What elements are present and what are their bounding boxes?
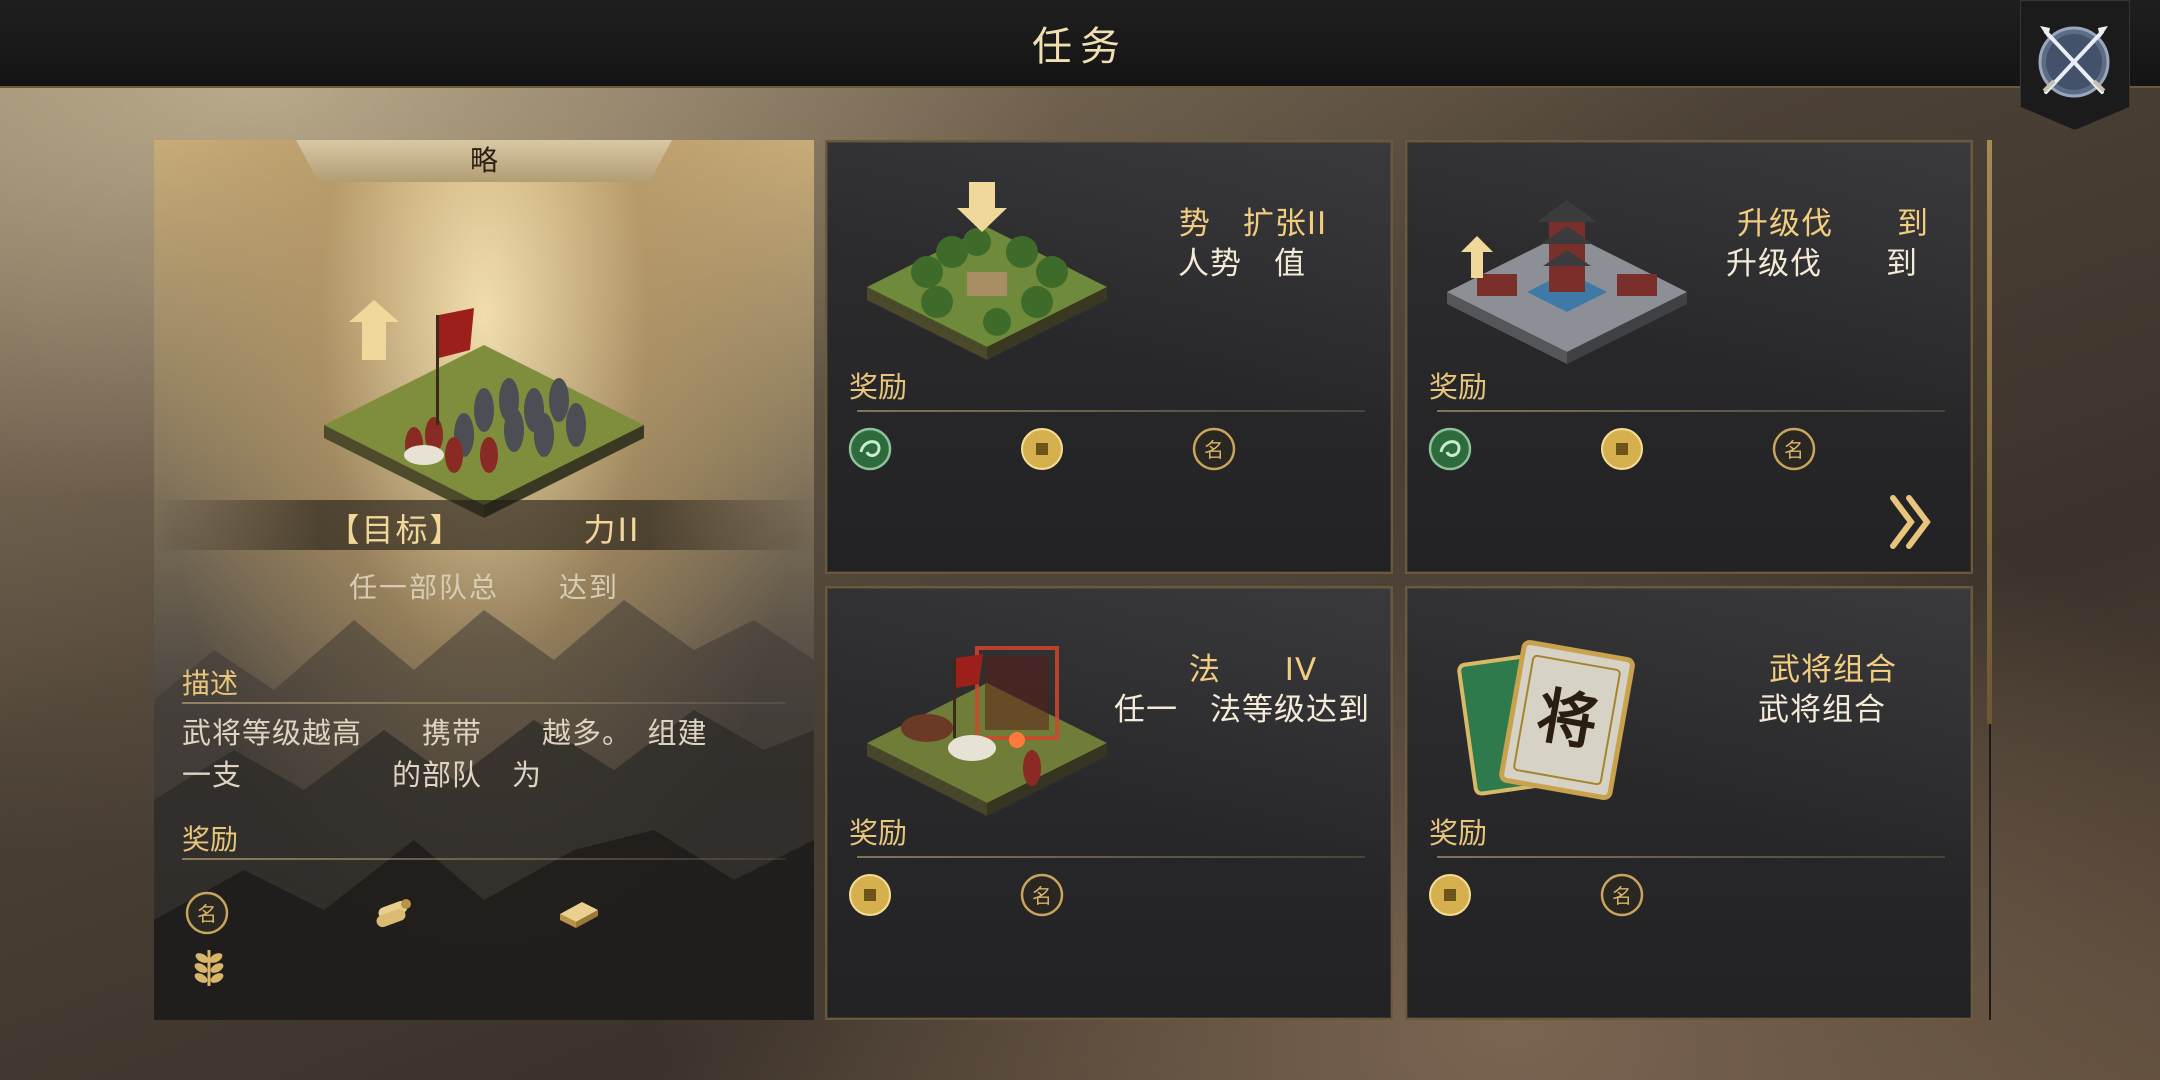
- rewards-divider: [857, 856, 1365, 858]
- svg-text:名: 名: [1032, 884, 1052, 908]
- crossed-swords-close-icon[interactable]: [2030, 18, 2118, 106]
- rewards-heading: 奖励: [182, 823, 239, 856]
- fame-token-icon[interactable]: 名: [1019, 872, 1065, 918]
- objective-title: 【目标】 力II: [327, 511, 641, 549]
- army-troops-illustration: [324, 300, 644, 518]
- description-line-2: 一支 的部队 为: [182, 758, 543, 792]
- forest-territory-illustration: [867, 182, 1107, 360]
- quest-title: 武将组合: [1769, 652, 1897, 688]
- quest-subtitle: 人势 值: [1178, 246, 1306, 282]
- quest-card-expand-influence[interactable]: 势 扩张II 人势 值 奖励 名: [825, 140, 1393, 574]
- fame-token-icon[interactable]: 名: [1771, 426, 1817, 472]
- rewards-label: 奖励: [1429, 370, 1488, 404]
- fame-token-icon[interactable]: 名: [1599, 872, 1645, 918]
- quest-title: 升级伐 到: [1737, 206, 1929, 242]
- rewards-divider: [1437, 410, 1945, 412]
- grain-icon[interactable]: [186, 944, 232, 990]
- objective-description: 任一部队总 达到: [348, 571, 619, 604]
- quest-subtitle: 升级伐 到: [1726, 246, 1918, 282]
- rewards-label: 奖励: [849, 816, 908, 850]
- palace-building-illustration: [1447, 200, 1687, 364]
- quest-list-scroll-thumb[interactable]: [1987, 140, 1992, 724]
- double-chevron-right-icon[interactable]: [1887, 494, 1935, 550]
- general-cards-illustration: 将: [1457, 639, 1635, 801]
- description-text: 武将等级越高 携带 越多。 组建 一支 的部队 为: [182, 712, 792, 796]
- copper-coin-icon[interactable]: [1019, 426, 1065, 472]
- fame-token-icon[interactable]: 名: [1191, 426, 1237, 472]
- rewards-divider: [1437, 856, 1945, 858]
- jade-token-icon[interactable]: [1427, 426, 1473, 472]
- rewards-label: 奖励: [849, 370, 908, 404]
- page-title: 任务: [1032, 24, 1128, 70]
- rewards-divider: [857, 410, 1365, 412]
- rewards-divider: [182, 858, 786, 860]
- quest-card-tactics-upgrade[interactable]: 法 IV 任一 法等级达到 奖励 名: [825, 586, 1393, 1020]
- panel-tab-label: 略: [296, 140, 672, 182]
- copper-coin-icon[interactable]: [847, 872, 893, 918]
- copper-coin-icon[interactable]: [1427, 872, 1473, 918]
- description-line-1: 武将等级越高 携带 越多。 组建: [182, 716, 708, 750]
- svg-text:名: 名: [197, 902, 217, 926]
- jade-token-icon[interactable]: [847, 426, 893, 472]
- svg-text:名: 名: [1204, 438, 1224, 462]
- fame-token-icon[interactable]: 名: [184, 890, 230, 936]
- quest-card-general-combination[interactable]: 将 武将组合 武将组合 奖励 名: [1405, 586, 1973, 1020]
- svg-text:名: 名: [1612, 884, 1632, 908]
- quest-title: 法 IV: [1188, 652, 1318, 688]
- svg-text:名: 名: [1784, 438, 1804, 462]
- rewards-label: 奖励: [1429, 816, 1488, 850]
- general-card-character: 将: [1531, 680, 1602, 759]
- quest-card-upgrade-building[interactable]: 升级伐 到 升级伐 到 奖励 名: [1405, 140, 1973, 574]
- quest-subtitle: 任一 法等级达到: [1114, 692, 1370, 728]
- description-divider: [182, 702, 786, 704]
- copper-coin-icon[interactable]: [1599, 426, 1645, 472]
- main-quest-panel: 略 【目标】 力II 任一部队总 达到 描述 武将等级越高 携带 越多。 组建 …: [154, 140, 814, 1020]
- description-heading: 描述: [182, 667, 239, 700]
- cavalry-tactics-illustration: [867, 646, 1107, 816]
- quest-title: 势 扩张II: [1178, 206, 1328, 242]
- iron-ingot-icon[interactable]: [556, 886, 602, 932]
- quest-subtitle: 武将组合: [1758, 692, 1886, 728]
- timber-icon[interactable]: [370, 886, 416, 932]
